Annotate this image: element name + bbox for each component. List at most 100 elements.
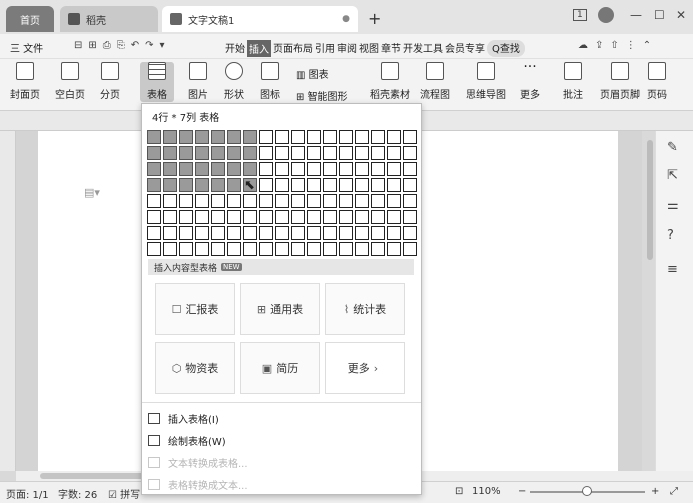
blank-page-button[interactable]: 空白页 — [55, 62, 85, 101]
grid-cell[interactable] — [387, 146, 401, 160]
sliders-icon[interactable]: ⚌ — [667, 198, 679, 213]
grid-cell[interactable] — [275, 194, 289, 208]
grid-cell[interactable] — [387, 226, 401, 240]
grid-cell[interactable] — [211, 194, 225, 208]
grid-cell[interactable] — [259, 178, 273, 192]
vertical-scrollbar[interactable] — [647, 140, 653, 260]
grid-cell[interactable] — [371, 226, 385, 240]
grid-cell[interactable] — [243, 226, 257, 240]
grid-cell[interactable] — [387, 194, 401, 208]
grid-cell[interactable] — [243, 130, 257, 144]
grid-cell[interactable] — [291, 162, 305, 176]
grid-cell[interactable] — [259, 162, 273, 176]
grid-cell[interactable] — [163, 178, 177, 192]
grid-cell[interactable] — [403, 130, 417, 144]
grid-cell[interactable] — [355, 146, 369, 160]
grid-cell[interactable] — [227, 226, 241, 240]
cloud-share-icons[interactable]: ☁⇪⇧⋮⌃ — [578, 40, 658, 51]
template-more[interactable]: 更多 › — [325, 342, 405, 394]
grid-cell[interactable] — [339, 162, 353, 176]
grid-cell[interactable] — [403, 242, 417, 256]
grid-cell[interactable] — [227, 146, 241, 160]
zoom-slider-thumb[interactable] — [582, 486, 592, 496]
grid-cell[interactable] — [147, 146, 161, 160]
grid-cell[interactable] — [323, 194, 337, 208]
grid-cell[interactable] — [211, 162, 225, 176]
menu-page-layout[interactable]: 页面布局 — [273, 40, 313, 57]
grid-cell[interactable] — [307, 178, 321, 192]
word-count[interactable]: 字数: 26 — [58, 486, 97, 501]
grid-cell[interactable] — [243, 210, 257, 224]
smartart-button[interactable]: ⊞ 智能图形 — [296, 88, 348, 103]
grid-cell[interactable] — [275, 146, 289, 160]
minimize-button[interactable]: — — [630, 8, 642, 22]
grid-cell[interactable] — [387, 178, 401, 192]
grid-cell[interactable] — [195, 178, 209, 192]
grid-cell[interactable] — [147, 162, 161, 176]
grid-cell[interactable] — [387, 242, 401, 256]
grid-cell[interactable] — [387, 210, 401, 224]
help-icon[interactable]: ? — [667, 228, 674, 243]
comment-button[interactable]: 批注 — [563, 62, 583, 101]
grid-cell[interactable] — [275, 162, 289, 176]
menu-view[interactable]: 视图 — [359, 40, 379, 57]
grid-cell[interactable] — [307, 226, 321, 240]
grid-cell[interactable] — [147, 194, 161, 208]
grid-cell[interactable] — [179, 210, 193, 224]
grid-cell[interactable] — [371, 130, 385, 144]
grid-cell[interactable] — [371, 178, 385, 192]
cover-page-button[interactable]: 封面页 — [10, 62, 40, 101]
menu-reference[interactable]: 引用 — [315, 40, 335, 57]
zoom-out-button[interactable]: − — [518, 486, 526, 497]
grid-cell[interactable] — [227, 178, 241, 192]
grid-cell[interactable] — [147, 242, 161, 256]
grid-cell[interactable] — [403, 146, 417, 160]
search-button[interactable]: Q查找 — [487, 40, 525, 57]
table-button[interactable]: 表格 — [140, 62, 174, 102]
grid-cell[interactable] — [179, 130, 193, 144]
grid-cell[interactable] — [163, 162, 177, 176]
menu-dev-tools[interactable]: 开发工具 — [403, 40, 443, 57]
grid-cell[interactable] — [355, 130, 369, 144]
template-stats[interactable]: ⌇ 统计表 — [325, 283, 405, 335]
more-button[interactable]: ··· 更多 — [520, 60, 540, 101]
grid-cell[interactable] — [243, 194, 257, 208]
grid-cell[interactable] — [403, 226, 417, 240]
grid-cell[interactable] — [163, 194, 177, 208]
grid-cell[interactable] — [291, 242, 305, 256]
grid-cell[interactable] — [371, 242, 385, 256]
draw-table-item[interactable]: 绘制表格(W) — [148, 433, 226, 448]
grid-cell[interactable] — [307, 210, 321, 224]
grid-cell[interactable] — [179, 226, 193, 240]
grid-cell[interactable] — [403, 210, 417, 224]
insert-table-item[interactable]: 插入表格(I) — [148, 411, 219, 426]
grid-cell[interactable] — [211, 130, 225, 144]
grid-cell[interactable] — [243, 146, 257, 160]
grid-cell[interactable] — [291, 194, 305, 208]
file-menu[interactable]: 三 文件 — [10, 40, 43, 55]
new-tab-button[interactable]: + — [368, 9, 381, 28]
grid-cell[interactable] — [339, 130, 353, 144]
grid-cell[interactable] — [227, 210, 241, 224]
grid-cell[interactable] — [211, 210, 225, 224]
grid-cell[interactable] — [195, 162, 209, 176]
grid-cell[interactable] — [243, 242, 257, 256]
grid-cell[interactable] — [355, 210, 369, 224]
grid-cell[interactable] — [371, 210, 385, 224]
grid-cell[interactable] — [275, 242, 289, 256]
tab-close-icon[interactable]: ● — [342, 14, 350, 24]
grid-cell[interactable] — [179, 146, 193, 160]
grid-cell[interactable] — [403, 178, 417, 192]
grid-cell[interactable] — [339, 242, 353, 256]
grid-cell[interactable] — [323, 226, 337, 240]
grid-cell[interactable] — [179, 194, 193, 208]
grid-cell[interactable] — [211, 226, 225, 240]
grid-cell[interactable] — [163, 242, 177, 256]
template-report[interactable]: ☐ 汇报表 — [155, 283, 235, 335]
grid-cell[interactable] — [307, 162, 321, 176]
grid-cell[interactable] — [339, 226, 353, 240]
grid-cell[interactable] — [307, 130, 321, 144]
zoom-level[interactable]: 110% — [472, 486, 501, 497]
fullscreen-icon[interactable]: ⤢ — [670, 486, 678, 497]
grid-cell[interactable] — [163, 226, 177, 240]
